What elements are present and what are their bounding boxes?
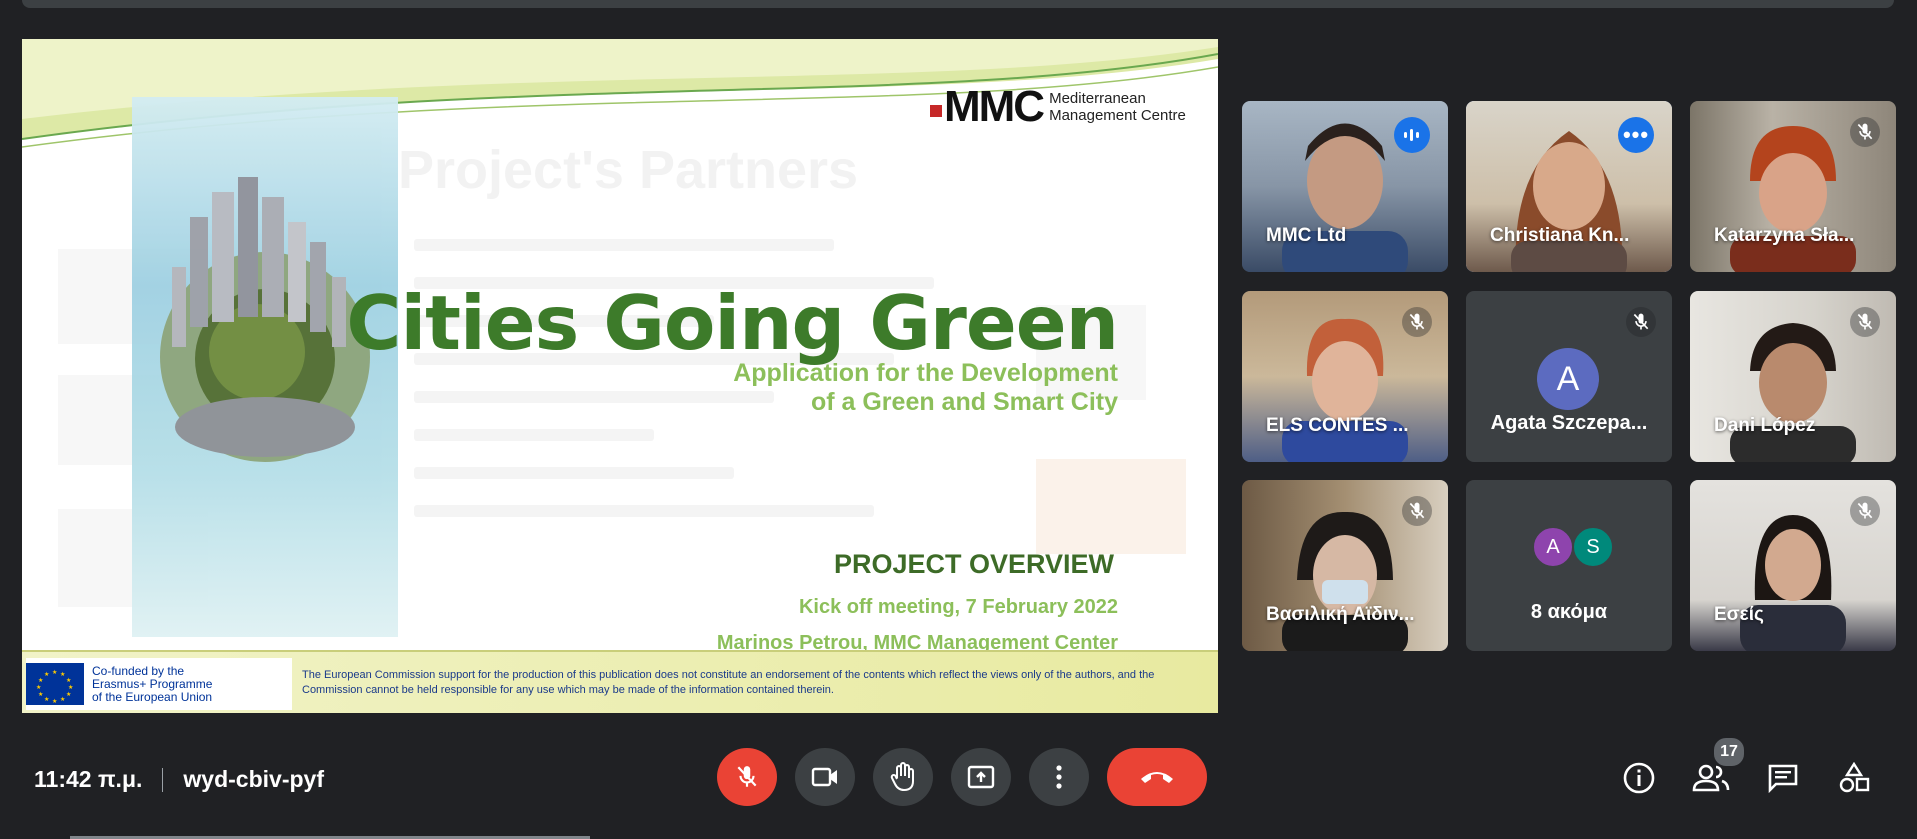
- background-slide-title: Project's Partners: [398, 140, 859, 200]
- participant-avatar: S: [1572, 526, 1614, 568]
- participant-name: Katarzyna Sła...: [1714, 225, 1855, 246]
- mic-off-icon: [1850, 307, 1880, 337]
- activities-button[interactable]: [1832, 756, 1876, 800]
- participant-avatar: A: [1532, 526, 1574, 568]
- project-overview-heading: PROJECT OVERVIEW: [833, 549, 1114, 579]
- end-call-icon: [1141, 772, 1173, 783]
- participant-tile[interactable]: Katarzyna Sła...: [1690, 101, 1896, 272]
- present-screen-icon: [967, 765, 995, 789]
- toggle-camera-button[interactable]: [795, 748, 855, 806]
- more-options-indicator-icon[interactable]: •••: [1618, 117, 1654, 153]
- presentation-slide[interactable]: Project's Partners MMC Mediterranean Man…: [22, 39, 1218, 713]
- clock: 11:42 π.μ.: [34, 766, 143, 792]
- participant-tile[interactable]: ELS CONTES ...: [1242, 291, 1448, 462]
- leave-call-button[interactable]: [1107, 748, 1207, 806]
- top-bar: [22, 0, 1894, 8]
- meeting-date-line: Kick off meeting, 7 February 2022: [798, 596, 1118, 618]
- more-options-icon: [1056, 765, 1062, 789]
- participant-tile[interactable]: Βασιλική Αϊδιν...: [1242, 480, 1448, 651]
- toggle-microphone-button[interactable]: [717, 748, 777, 806]
- participant-name: Dani López: [1714, 415, 1816, 436]
- more-options-button[interactable]: [1029, 748, 1089, 806]
- more-participants-label: 8 ακόμα: [1530, 601, 1608, 623]
- participant-tile[interactable]: ••• Christiana Kn...: [1466, 101, 1672, 272]
- chat-icon: [1768, 764, 1798, 793]
- self-tile[interactable]: Εσείς: [1690, 480, 1896, 651]
- eu-flag-icon: ★ ★ ★ ★ ★ ★ ★ ★ ★ ★ ★ ★: [26, 663, 84, 705]
- participant-tile[interactable]: A Agata Szczepa...: [1466, 291, 1672, 462]
- participant-name: ELS CONTES ...: [1266, 415, 1409, 436]
- participant-name: Εσείς: [1714, 604, 1764, 625]
- participant-tile[interactable]: Dani López: [1690, 291, 1896, 462]
- more-participants-tile[interactable]: A S 8 ακόμα: [1466, 480, 1672, 651]
- meeting-details-button[interactable]: [1617, 756, 1661, 800]
- raise-hand-icon: [890, 762, 914, 792]
- participant-count-badge: 17: [1712, 736, 1746, 768]
- mic-off-icon: [1626, 307, 1656, 337]
- divider: [162, 767, 164, 792]
- mic-off-icon: [1402, 496, 1432, 526]
- participant-name: MMC Ltd: [1266, 225, 1347, 246]
- background-logo-box: [1036, 459, 1186, 554]
- raise-hand-button[interactable]: [873, 748, 933, 806]
- participant-avatar: A: [1537, 348, 1599, 410]
- chat-button[interactable]: [1761, 756, 1805, 800]
- mmc-logo: MMC Mediterranean Management Centre: [930, 85, 1186, 129]
- mic-off-icon: [737, 766, 757, 787]
- present-now-button[interactable]: [951, 748, 1011, 806]
- slide-subtitle: Application for the Development of a Gre…: [733, 359, 1118, 416]
- more-participants-avatars: A S: [1532, 526, 1614, 568]
- slide-footer: ★ ★ ★ ★ ★ ★ ★ ★ ★ ★ ★ ★ Co-funded by the Erasm…: [22, 650, 1218, 713]
- mic-off-icon: [1850, 117, 1880, 147]
- eu-disclaimer: The European Commission support for the …: [302, 669, 1155, 696]
- activities-icon: [1839, 762, 1870, 793]
- slide-title: Cities Going Green: [346, 279, 1119, 367]
- participant-name: Agata Szczepa...: [1490, 412, 1648, 434]
- meeting-details: 11:42 π.μ. wyd-cbiv-pyf: [34, 766, 324, 793]
- mic-off-icon: [1850, 496, 1880, 526]
- camera-icon: [811, 767, 837, 787]
- meeting-code: wyd-cbiv-pyf: [183, 766, 324, 792]
- speaking-indicator-icon: [1394, 117, 1430, 153]
- erasmus-logo: ★ ★ ★ ★ ★ ★ ★ ★ ★ ★ ★ ★ Co-funded by the Erasm…: [26, 658, 292, 710]
- participant-name: Βασιλική Αϊδιν...: [1266, 604, 1415, 625]
- info-icon: [1623, 762, 1655, 794]
- mic-off-icon: [1402, 307, 1432, 337]
- tiny-planet-city-photo: [132, 97, 398, 637]
- participant-tile[interactable]: MMC Ltd: [1242, 101, 1448, 272]
- participant-name: Christiana Kn...: [1490, 225, 1630, 246]
